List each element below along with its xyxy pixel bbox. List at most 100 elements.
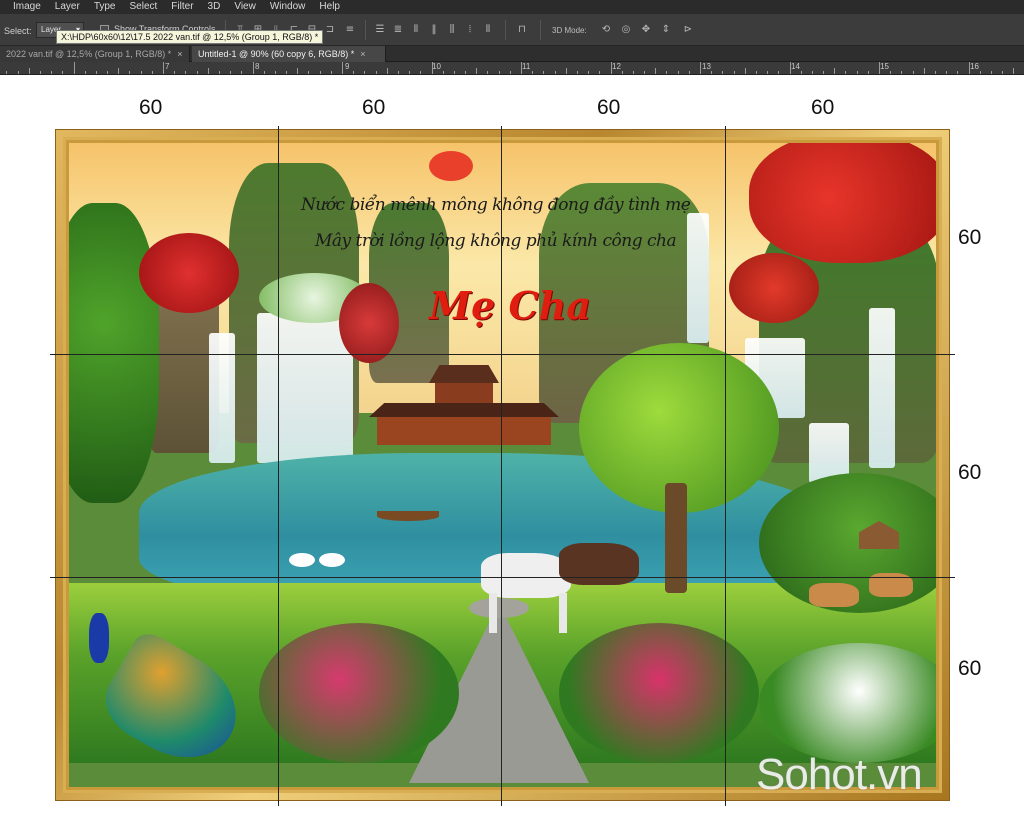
3d-roll-icon[interactable]: ◎: [620, 23, 632, 37]
ruler-tick: [465, 71, 466, 74]
ruler-tick: [454, 71, 455, 74]
tab-untitled-1[interactable]: Untitled-1 @ 90% (60 copy 6, RGB/8) *×: [192, 46, 386, 62]
red-sun: [429, 151, 473, 181]
brown-horse: [559, 543, 639, 585]
guide-line-horizontal: [50, 577, 955, 578]
menu-layer[interactable]: Layer: [48, 0, 87, 14]
ruler-tick: [722, 71, 723, 74]
distribute-hcenter-icon[interactable]: ‖: [428, 23, 440, 37]
3d-scale-icon[interactable]: ⊳: [682, 23, 694, 37]
ruler-tick: [487, 71, 488, 74]
ruler-tick: [812, 71, 813, 74]
menu-help[interactable]: Help: [312, 0, 347, 14]
tab-2022-van[interactable]: 2022 van.tif @ 12,5% (Group 1, RGB/8) * ×: [0, 46, 190, 62]
menu-image[interactable]: Image: [6, 0, 48, 14]
ruler-tick: [510, 71, 511, 74]
ruler-tick: [689, 71, 690, 74]
peacock: [79, 593, 249, 763]
auto-align-icon[interactable]: ⊓: [516, 23, 528, 37]
ruler-tick: [409, 71, 410, 74]
menu-filter[interactable]: Filter: [164, 0, 200, 14]
ruler-tick: [700, 62, 701, 74]
ruler-tick: [711, 71, 712, 74]
horse-leg: [489, 593, 497, 633]
ruler-tick: [566, 68, 567, 74]
tab-label: 2022 van.tif @ 12,5% (Group 1, RGB/8) *: [6, 49, 171, 59]
peacock-body: [89, 613, 109, 663]
distribute-bottom-icon[interactable]: ≣: [392, 23, 404, 37]
distribute-widths-icon[interactable]: ⦙: [464, 23, 476, 37]
ruler-tick: [152, 71, 153, 74]
ruler-tick: [241, 71, 242, 74]
3d-orbit-icon[interactable]: ⟲: [600, 23, 612, 37]
ruler-tick: [297, 68, 298, 74]
waterfall: [209, 333, 235, 463]
distribute-right-icon[interactable]: ⫼: [446, 23, 458, 37]
menu-3d[interactable]: 3D: [201, 0, 228, 14]
ruler-tick: [1013, 68, 1014, 74]
distribute-left-icon[interactable]: ⦀: [410, 23, 422, 37]
swan: [319, 553, 345, 567]
ruler-tick: [834, 68, 835, 74]
dimension-label: 60: [362, 96, 385, 120]
ruler-tick: [890, 71, 891, 74]
peacock-tail: [93, 627, 256, 779]
menu-view[interactable]: View: [227, 0, 263, 14]
gold-picture-frame: Nước biển mênh mông không đong đầy tình …: [55, 129, 950, 801]
ruler-tick: [946, 71, 947, 74]
menu-bar: Image Layer Type Select Filter 3D View W…: [0, 0, 1024, 14]
ruler-number: 8: [253, 62, 259, 71]
white-horse: [481, 553, 571, 598]
ruler-tick: [622, 71, 623, 74]
align-right-icon[interactable]: ⊐: [324, 23, 336, 37]
menu-select[interactable]: Select: [123, 0, 165, 14]
ruler-tick: [141, 71, 142, 74]
ruler-tick: [6, 71, 7, 74]
main-waterfall: [257, 313, 353, 463]
distribute-top-icon[interactable]: ≡: [344, 23, 356, 37]
3d-slide-icon[interactable]: ⇕: [660, 23, 672, 37]
close-icon[interactable]: ×: [177, 49, 182, 59]
separator: [505, 20, 506, 40]
3d-mode-label: 3D Mode:: [552, 26, 587, 35]
distribute-spacing-icon[interactable]: ⫴: [482, 23, 494, 37]
dimension-label: 60: [958, 461, 981, 485]
ruler-tick: [767, 71, 768, 74]
poem-line-1: Nước biển mênh mông không đong đầy tình …: [301, 195, 690, 215]
menu-type[interactable]: Type: [87, 0, 123, 14]
ruler-tick: [398, 71, 399, 74]
ruler-tick: [62, 71, 63, 74]
left-foliage: [69, 203, 159, 503]
ruler-tick: [756, 71, 757, 74]
close-icon[interactable]: ×: [360, 49, 365, 59]
peony-bed-right: [559, 623, 759, 763]
menu-window[interactable]: Window: [263, 0, 313, 14]
3d-pan-icon[interactable]: ✥: [640, 23, 652, 37]
peony-bed-left: [259, 623, 459, 763]
distribute-vcenter-icon[interactable]: ☰: [374, 23, 386, 37]
ruler-tick: [387, 68, 388, 74]
ruler-tick: [980, 71, 981, 74]
ruler-tick: [96, 71, 97, 74]
horizontal-ruler[interactable]: 7 8 9 10 11 12 13 14 15 16: [0, 62, 1024, 75]
ruler-tick: [655, 68, 656, 74]
ruler-tick: [745, 68, 746, 74]
dimension-label: 60: [958, 226, 981, 250]
ruler-tick: [331, 71, 332, 74]
document-canvas[interactable]: 60 60 60 60 60 60 60: [0, 76, 1024, 819]
ruler-tick: [118, 68, 119, 74]
ruler-tick: [40, 71, 41, 74]
me-cha-title: Mẹ Cha: [429, 283, 591, 328]
temple-roof: [369, 403, 559, 417]
ruler-tick: [611, 62, 612, 74]
ruler-tick: [857, 71, 858, 74]
ruler-tick: [308, 71, 309, 74]
guide-line-horizontal: [50, 354, 955, 355]
ruler-tick: [879, 62, 880, 74]
ruler-number: 14: [789, 62, 800, 71]
ruler-tick: [29, 68, 30, 74]
dimension-label: 60: [139, 96, 162, 120]
ruler-tick: [823, 71, 824, 74]
red-flower-bush: [339, 283, 399, 363]
ruler-tick: [286, 71, 287, 74]
